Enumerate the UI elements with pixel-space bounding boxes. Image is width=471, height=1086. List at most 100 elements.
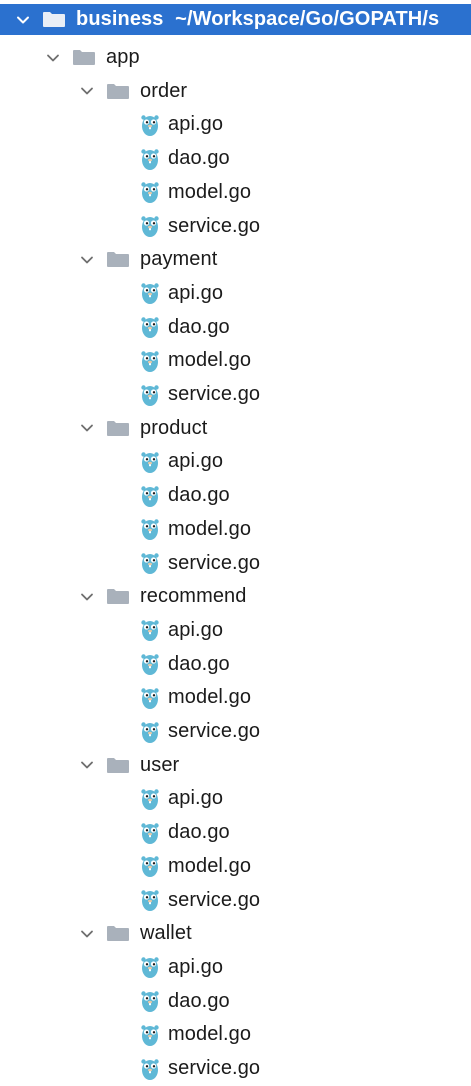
tree-item-file[interactable]: model.go bbox=[0, 849, 471, 883]
folder-icon bbox=[106, 588, 130, 605]
chevron-down-icon[interactable] bbox=[78, 588, 96, 606]
go-gopher-icon bbox=[140, 787, 160, 811]
go-gopher-icon bbox=[140, 484, 160, 508]
go-gopher-icon bbox=[140, 686, 160, 710]
tree-item-file[interactable]: dao.go bbox=[0, 310, 471, 344]
chevron-down-icon[interactable] bbox=[78, 756, 96, 774]
folder-label: order bbox=[140, 79, 188, 102]
file-label: model.go bbox=[168, 180, 252, 203]
folder-icon bbox=[106, 83, 130, 100]
go-gopher-icon bbox=[140, 652, 160, 676]
tree-item-file[interactable]: dao.go bbox=[0, 984, 471, 1018]
tree-item-file[interactable]: dao.go bbox=[0, 816, 471, 850]
file-label: api.go bbox=[168, 113, 224, 136]
tree-item-file[interactable]: model.go bbox=[0, 175, 471, 209]
file-label: service.go bbox=[168, 1057, 261, 1079]
tree-item-file[interactable]: service.go bbox=[0, 378, 471, 412]
file-label: api.go bbox=[168, 281, 224, 304]
tree-item-file[interactable]: api.go bbox=[0, 108, 471, 142]
tree-item-file[interactable]: service.go bbox=[0, 546, 471, 580]
file-label: service.go bbox=[168, 888, 261, 911]
go-gopher-icon bbox=[140, 113, 160, 137]
chevron-down-icon[interactable] bbox=[78, 419, 96, 437]
tree-item-file[interactable]: service.go bbox=[0, 1052, 471, 1086]
tree-item-folder-user[interactable]: user bbox=[0, 748, 471, 782]
folder-icon bbox=[72, 49, 96, 66]
go-gopher-icon bbox=[140, 180, 160, 204]
tree-item-file[interactable]: api.go bbox=[0, 782, 471, 816]
go-gopher-icon bbox=[140, 989, 160, 1013]
folder-icon bbox=[42, 11, 66, 28]
tree-item-file[interactable]: api.go bbox=[0, 445, 471, 479]
tree-item-folder-order[interactable]: order bbox=[0, 74, 471, 108]
file-label: dao.go bbox=[168, 821, 230, 844]
tree-item-file[interactable]: model.go bbox=[0, 681, 471, 715]
go-gopher-icon bbox=[140, 214, 160, 238]
tree-item-file[interactable]: api.go bbox=[0, 613, 471, 647]
file-label: api.go bbox=[168, 618, 224, 641]
file-label: service.go bbox=[168, 551, 261, 574]
tree-item-folder-product[interactable]: product bbox=[0, 411, 471, 445]
folder-icon bbox=[106, 251, 130, 268]
go-gopher-icon bbox=[140, 821, 160, 845]
go-gopher-icon bbox=[140, 888, 160, 912]
file-label: service.go bbox=[168, 214, 261, 237]
file-label: model.go bbox=[168, 349, 252, 372]
tree-item-file[interactable]: dao.go bbox=[0, 479, 471, 513]
chevron-down-icon[interactable] bbox=[14, 11, 32, 29]
tree-item-file[interactable]: model.go bbox=[0, 512, 471, 546]
file-label: dao.go bbox=[168, 652, 230, 675]
folder-label: product bbox=[140, 416, 208, 439]
root-path: ~/Workspace/Go/GOPATH/s bbox=[175, 8, 440, 30]
file-label: dao.go bbox=[168, 989, 230, 1012]
tree-item-file[interactable]: model.go bbox=[0, 344, 471, 378]
go-gopher-icon bbox=[140, 618, 160, 642]
tree-item-file[interactable]: api.go bbox=[0, 276, 471, 310]
file-label: model.go bbox=[168, 517, 252, 540]
folder-label: payment bbox=[140, 248, 218, 271]
tree-item-file[interactable]: api.go bbox=[0, 950, 471, 984]
tree-item-file[interactable]: dao.go bbox=[0, 142, 471, 176]
file-label: dao.go bbox=[168, 484, 230, 507]
file-label: service.go bbox=[168, 720, 261, 742]
go-gopher-icon bbox=[140, 349, 160, 373]
chevron-down-icon[interactable] bbox=[44, 49, 62, 67]
go-gopher-icon bbox=[140, 551, 160, 575]
go-gopher-icon bbox=[140, 517, 160, 541]
go-gopher-icon bbox=[140, 450, 160, 474]
go-gopher-icon bbox=[140, 854, 160, 878]
chevron-down-icon[interactable] bbox=[78, 251, 96, 269]
file-label: model.go bbox=[168, 686, 252, 709]
go-gopher-icon bbox=[140, 1023, 160, 1047]
project-tree: business ~/Workspace/Go/GOPATH/s app orde… bbox=[0, 0, 471, 1080]
go-gopher-icon bbox=[140, 955, 160, 979]
go-gopher-icon bbox=[140, 315, 160, 339]
root-name: business bbox=[76, 8, 164, 30]
folder-icon bbox=[106, 757, 130, 774]
folder-icon bbox=[106, 925, 130, 942]
chevron-down-icon[interactable] bbox=[78, 82, 96, 100]
tree-root-row[interactable]: business ~/Workspace/Go/GOPATH/s bbox=[0, 4, 471, 35]
file-label: service.go bbox=[168, 383, 261, 405]
tree-item-file[interactable]: service.go bbox=[0, 715, 471, 749]
file-label: api.go bbox=[168, 955, 224, 978]
chevron-down-icon[interactable] bbox=[78, 925, 96, 943]
tree-item-file[interactable]: dao.go bbox=[0, 647, 471, 681]
tree-item-file[interactable]: service.go bbox=[0, 883, 471, 917]
go-gopher-icon bbox=[140, 147, 160, 171]
folder-label: recommend bbox=[140, 585, 247, 608]
go-gopher-icon bbox=[140, 1057, 160, 1081]
tree-item-folder-wallet[interactable]: wallet bbox=[0, 917, 471, 951]
file-label: dao.go bbox=[168, 147, 230, 170]
folder-icon bbox=[106, 420, 130, 437]
folder-label: user bbox=[140, 753, 180, 776]
tree-item-folder-payment[interactable]: payment bbox=[0, 243, 471, 277]
go-gopher-icon bbox=[140, 720, 160, 744]
tree-item-folder-recommend[interactable]: recommend bbox=[0, 580, 471, 614]
file-label: dao.go bbox=[168, 315, 230, 338]
file-label: api.go bbox=[168, 450, 224, 473]
go-gopher-icon bbox=[140, 281, 160, 305]
tree-item-app[interactable]: app bbox=[0, 41, 471, 75]
tree-item-file[interactable]: service.go bbox=[0, 209, 471, 243]
tree-item-file[interactable]: model.go bbox=[0, 1018, 471, 1052]
